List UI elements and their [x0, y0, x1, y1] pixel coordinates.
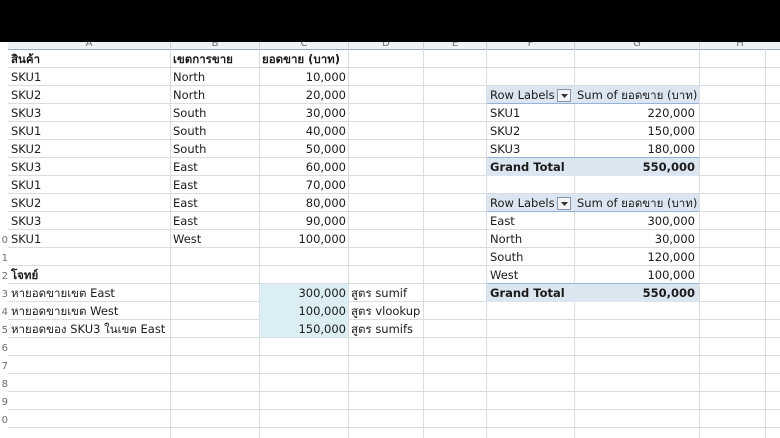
cell-region[interactable]: East	[173, 195, 198, 212]
problem-formula[interactable]: สูตร sumifs	[351, 321, 413, 338]
cell-sales[interactable]: 20,000	[260, 87, 346, 104]
cell-region[interactable]: East	[173, 177, 198, 194]
cell-sales[interactable]: 30,000	[260, 105, 346, 122]
row-header[interactable]: 0	[0, 232, 8, 250]
row-header[interactable]: 0	[0, 412, 8, 430]
column-header-D[interactable]: D	[349, 42, 424, 50]
header-product[interactable]: สินค้า	[11, 51, 40, 68]
row-header[interactable]: 2	[0, 268, 8, 286]
column-header-E[interactable]: E	[424, 42, 487, 50]
cell-product[interactable]: SKU2	[11, 141, 41, 158]
pivot1-row-label[interactable]: SKU3	[490, 141, 520, 158]
spreadsheet-grid[interactable]: A B C D E F G H 0 1 2 3 4 5 6 7 8 9 0 สิ…	[0, 42, 780, 438]
pivot2-row-label[interactable]: East	[490, 213, 515, 230]
pivot1-filter-button[interactable]	[557, 89, 571, 102]
cell-sales[interactable]: 80,000	[260, 195, 346, 212]
problem-question[interactable]: หายอดขายเขต West	[11, 303, 118, 320]
pivot1-total-label[interactable]: Grand Total	[490, 159, 565, 176]
dropdown-arrow-icon	[561, 202, 568, 206]
pivot1-row-value[interactable]: 150,000	[575, 123, 695, 140]
pivot2-row-value[interactable]: 300,000	[575, 213, 695, 230]
header-region[interactable]: เขตการขาย	[173, 51, 233, 68]
cell-sales[interactable]: 50,000	[260, 141, 346, 158]
problem-answer[interactable]: 300,000	[260, 285, 346, 302]
cell-product[interactable]: SKU1	[11, 177, 41, 194]
pivot1-row-value[interactable]: 220,000	[575, 105, 695, 122]
problem-formula[interactable]: สูตร vlookup	[351, 303, 420, 320]
column-header-F[interactable]: F	[487, 42, 575, 50]
pivot1-row-label[interactable]: SKU2	[490, 123, 520, 140]
header-sales[interactable]: ยอดขาย (บาท)	[262, 51, 340, 68]
cell-sales[interactable]: 40,000	[260, 123, 346, 140]
column-header-H[interactable]: H	[700, 42, 780, 50]
cell-product[interactable]: SKU1	[11, 69, 41, 86]
cell-sales[interactable]: 60,000	[260, 159, 346, 176]
cell-product[interactable]: SKU3	[11, 105, 41, 122]
pivot1-row-label[interactable]: SKU1	[490, 105, 520, 122]
row-header[interactable]: 8	[0, 376, 8, 394]
problem-question[interactable]: หายอดของ SKU3 ในเขต East	[11, 321, 165, 338]
pivot2-total-value[interactable]: 550,000	[575, 285, 695, 302]
pivot2-total-label[interactable]: Grand Total	[490, 285, 565, 302]
cell-sales[interactable]: 70,000	[260, 177, 346, 194]
column-header-B[interactable]: B	[171, 42, 260, 50]
row-header[interactable]: 5	[0, 322, 8, 340]
pivot2-value-header[interactable]: Sum of ยอดขาย (บาท)	[577, 195, 697, 212]
cell-product[interactable]: SKU2	[11, 195, 41, 212]
row-header[interactable]: 6	[0, 340, 8, 358]
problem-answer[interactable]: 150,000	[260, 321, 346, 338]
pivot2-row-label[interactable]: North	[490, 231, 522, 248]
cell-region[interactable]: North	[173, 69, 205, 86]
pivot2-filter-button[interactable]	[557, 197, 571, 210]
problems-title[interactable]: โจทย์	[11, 267, 38, 284]
top-black-bar	[0, 0, 780, 42]
row-header[interactable]: 9	[0, 394, 8, 412]
cell-region[interactable]: North	[173, 87, 205, 104]
pivot1-row-labels[interactable]: Row Labels	[490, 87, 555, 104]
row-header[interactable]: 3	[0, 286, 8, 304]
cell-product[interactable]: SKU3	[11, 159, 41, 176]
row-header[interactable]: 4	[0, 304, 8, 322]
column-header-A[interactable]: A	[8, 42, 171, 50]
pivot1-row-value[interactable]: 180,000	[575, 141, 695, 158]
cell-sales[interactable]: 100,000	[260, 231, 346, 248]
row-header[interactable]: 1	[0, 250, 8, 268]
pivot2-row-labels[interactable]: Row Labels	[490, 195, 555, 212]
cell-region[interactable]: South	[173, 123, 206, 140]
cell-sales[interactable]: 90,000	[260, 213, 346, 230]
column-header-C[interactable]: C	[260, 42, 349, 50]
problem-formula[interactable]: สูตร sumif	[351, 285, 407, 302]
cell-sales[interactable]: 10,000	[260, 69, 346, 86]
pivot2-row-value[interactable]: 120,000	[575, 249, 695, 266]
cell-product[interactable]: SKU2	[11, 87, 41, 104]
dropdown-arrow-icon	[561, 94, 568, 98]
pivot2-row-label[interactable]: South	[490, 249, 523, 266]
cell-region[interactable]: South	[173, 105, 206, 122]
cell-product[interactable]: SKU3	[11, 213, 41, 230]
column-header-G[interactable]: G	[575, 42, 700, 50]
cell-region[interactable]: South	[173, 141, 206, 158]
pivot2-row-value[interactable]: 100,000	[575, 267, 695, 284]
pivot1-total-value[interactable]: 550,000	[575, 159, 695, 176]
cell-region[interactable]: West	[173, 231, 201, 248]
pivot2-row-label[interactable]: West	[490, 267, 518, 284]
problem-answer[interactable]: 100,000	[260, 303, 346, 320]
cell-product[interactable]: SKU1	[11, 123, 41, 140]
cell-product[interactable]: SKU1	[11, 231, 41, 248]
row-header[interactable]: 7	[0, 358, 8, 376]
cell-region[interactable]: East	[173, 159, 198, 176]
cell-region[interactable]: East	[173, 213, 198, 230]
pivot1-value-header[interactable]: Sum of ยอดขาย (บาท)	[577, 87, 697, 104]
pivot2-row-value[interactable]: 30,000	[575, 231, 695, 248]
problem-question[interactable]: หายอดขายเขต East	[11, 285, 115, 302]
